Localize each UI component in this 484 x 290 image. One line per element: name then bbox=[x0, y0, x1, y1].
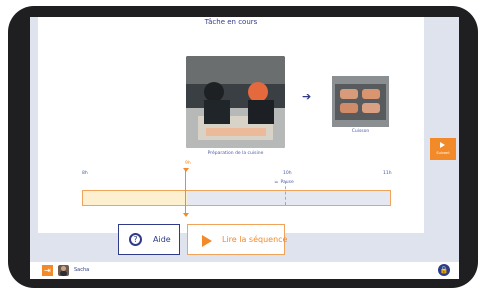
arrow-right-icon: ➔ bbox=[302, 90, 312, 103]
pause-indicator: ☕ Pause bbox=[274, 179, 294, 185]
bottom-bar: ⇥ Sacha 🔒 bbox=[30, 262, 459, 279]
header: Tâche en cours bbox=[38, 17, 424, 32]
next-step-label: Suivant bbox=[436, 151, 450, 155]
lock-icon: 🔒 bbox=[439, 265, 449, 274]
timeline-tick-11h: 11h bbox=[383, 171, 392, 176]
now-marker-top bbox=[183, 168, 189, 172]
user-name: Sacha bbox=[74, 267, 90, 273]
timeline-tick-10h: 10h bbox=[283, 171, 292, 176]
lock-button[interactable]: 🔒 bbox=[438, 264, 450, 276]
timeline-tick-8h: 8h bbox=[82, 171, 88, 176]
help-icon: ? bbox=[129, 233, 142, 246]
play-icon bbox=[202, 235, 212, 247]
now-marker-line bbox=[185, 170, 186, 215]
page-title: Tâche en cours bbox=[204, 18, 258, 26]
pause-marker bbox=[285, 181, 287, 205]
now-marker-arrow bbox=[183, 213, 189, 217]
timeline-tick-9h: 9h bbox=[185, 161, 191, 166]
current-task-caption: Préparation de la cuisine bbox=[207, 151, 264, 156]
pause-label: Pause bbox=[280, 179, 294, 185]
help-button[interactable]: ? Aide bbox=[118, 224, 180, 255]
logout-button[interactable]: ⇥ bbox=[42, 265, 53, 276]
timeline-elapsed-fill bbox=[83, 191, 187, 205]
help-label: Aide bbox=[153, 235, 171, 244]
coffee-icon: ☕ bbox=[274, 179, 279, 185]
play-label: Lire la séquence bbox=[222, 235, 288, 244]
play-sequence-button[interactable]: Lire la séquence bbox=[187, 224, 288, 255]
next-step-button[interactable]: Suivant bbox=[430, 138, 456, 160]
next-task-image bbox=[332, 76, 389, 127]
timeline-bar bbox=[82, 190, 391, 206]
current-task-image bbox=[186, 56, 285, 148]
logout-icon: ⇥ bbox=[44, 265, 51, 275]
avatar bbox=[58, 265, 69, 276]
next-task-caption: Cuisson bbox=[351, 129, 370, 134]
play-small-icon bbox=[440, 142, 445, 148]
